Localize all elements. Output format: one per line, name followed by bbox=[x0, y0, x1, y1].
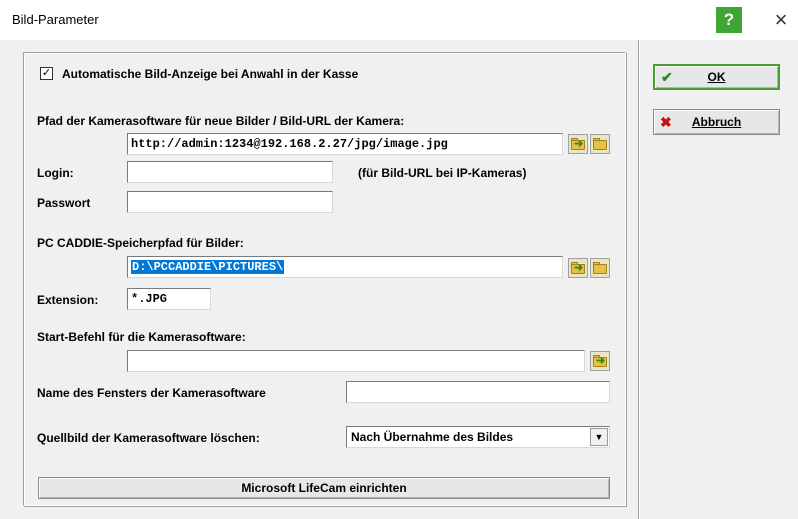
auto-display-checkbox[interactable]: ✓ bbox=[40, 67, 53, 80]
start-command-open-button[interactable]: ➜ bbox=[590, 351, 610, 371]
camera-path-label: Pfad der Kamerasoftware für neue Bilder … bbox=[37, 114, 405, 128]
password-input[interactable] bbox=[127, 191, 333, 213]
extension-label: Extension: bbox=[37, 293, 99, 307]
delete-source-label: Quellbild der Kamerasoftware löschen: bbox=[37, 431, 260, 445]
storage-path-label: PC CADDIE-Speicherpfad für Bilder: bbox=[37, 236, 244, 250]
start-command-label: Start-Befehl für die Kamerasoftware: bbox=[37, 330, 246, 344]
help-button[interactable]: ? bbox=[716, 7, 742, 33]
cancel-button[interactable]: ✖ Abbruch bbox=[653, 109, 780, 135]
check-icon: ✔ bbox=[661, 69, 673, 85]
window-name-input[interactable] bbox=[346, 381, 610, 403]
start-command-input[interactable] bbox=[127, 350, 585, 372]
close-button[interactable]: × bbox=[768, 7, 794, 33]
ok-button-label: OK bbox=[707, 70, 726, 84]
cross-icon: ✖ bbox=[660, 114, 672, 130]
auto-display-label: Automatische Bild-Anzeige bei Anwahl in … bbox=[62, 67, 359, 81]
green-arrow-icon: ➜ bbox=[596, 355, 606, 367]
login-input[interactable] bbox=[127, 161, 333, 183]
green-arrow-icon: ➜ bbox=[574, 138, 584, 150]
cancel-button-label: Abbruch bbox=[691, 115, 742, 129]
storage-path-open-button[interactable]: ➜ bbox=[568, 258, 588, 278]
title-bar: Bild-Parameter ? × bbox=[0, 0, 798, 40]
green-arrow-icon: ➜ bbox=[574, 262, 584, 274]
window-title: Bild-Parameter bbox=[12, 12, 99, 27]
camera-path-input[interactable]: http://admin:1234@192.168.2.27/jpg/image… bbox=[127, 133, 563, 155]
camera-path-browse-button[interactable] bbox=[590, 134, 610, 154]
ok-button[interactable]: ✔ OK bbox=[653, 64, 780, 90]
camera-path-open-button[interactable]: ➜ bbox=[568, 134, 588, 154]
storage-path-input[interactable]: D:\PCCADDIE\PICTURES\ bbox=[127, 256, 563, 278]
login-label: Login: bbox=[37, 166, 74, 180]
storage-path-browse-button[interactable] bbox=[590, 258, 610, 278]
dialog-body: ✓ Automatische Bild-Anzeige bei Anwahl i… bbox=[0, 40, 798, 519]
folder-icon bbox=[593, 264, 607, 274]
login-hint: (für Bild-URL bei IP-Kameras) bbox=[358, 166, 527, 180]
delete-source-select[interactable]: Nach Übernahme des Bildes ▼ bbox=[346, 426, 610, 448]
storage-path-value: D:\PCCADDIE\PICTURES\ bbox=[131, 260, 285, 274]
lifecam-setup-button[interactable]: Microsoft LifeCam einrichten bbox=[38, 477, 610, 499]
password-label: Passwort bbox=[37, 196, 91, 210]
chevron-down-icon[interactable]: ▼ bbox=[590, 428, 608, 446]
window-name-label: Name des Fensters der Kamerasoftware bbox=[37, 386, 266, 400]
vertical-separator bbox=[638, 40, 640, 519]
folder-icon bbox=[593, 140, 607, 150]
extension-input[interactable]: *.JPG bbox=[127, 288, 211, 310]
delete-source-selected: Nach Übernahme des Bildes bbox=[351, 430, 514, 444]
